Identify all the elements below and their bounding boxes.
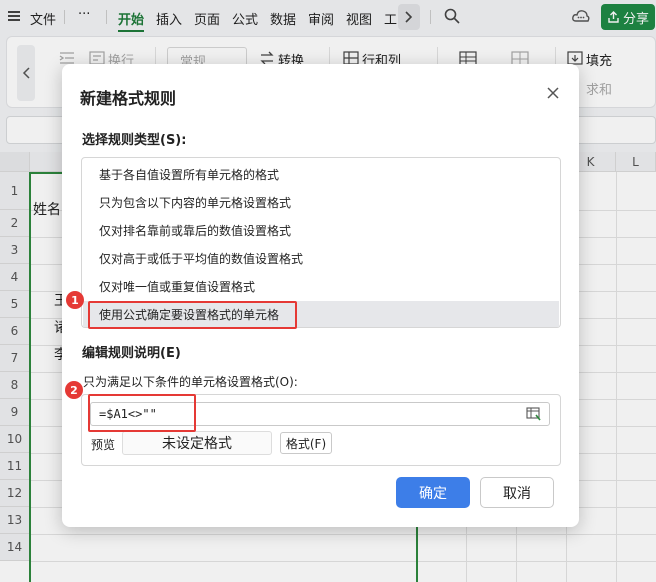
range-select-icon[interactable] <box>526 407 541 421</box>
annotation-highlight-2 <box>88 394 196 432</box>
ok-button[interactable]: 确定 <box>396 477 470 508</box>
annotation-badge-1: 1 <box>66 291 84 309</box>
rule-type-item[interactable]: 基于各自值设置所有单元格的格式 <box>83 161 559 187</box>
rule-type-item[interactable]: 仅对排名靠前或靠后的数值设置格式 <box>83 217 559 243</box>
preview-box: 未设定格式 <box>122 431 272 455</box>
rule-type-item[interactable]: 仅对高于或低于平均值的数值设置格式 <box>83 245 559 271</box>
edit-rule-label: 编辑规则说明(E) <box>82 346 181 361</box>
rule-type-item[interactable]: 只为包含以下内容的单元格设置格式 <box>83 189 559 215</box>
close-icon[interactable] <box>546 86 560 100</box>
format-button[interactable]: 格式(F) <box>280 432 332 454</box>
rule-type-label: 选择规则类型(S): <box>82 133 187 148</box>
new-format-rule-dialog: 新建格式规则 选择规则类型(S): 基于各自值设置所有单元格的格式 只为包含以下… <box>62 64 579 527</box>
annotation-badge-2: 2 <box>65 381 83 399</box>
dialog-title: 新建格式规则 <box>80 89 177 108</box>
preview-label: 预览 <box>91 438 116 452</box>
rule-type-item[interactable]: 仅对唯一值或重复值设置格式 <box>83 273 559 299</box>
cancel-button[interactable]: 取消 <box>480 477 554 508</box>
annotation-highlight-1 <box>88 301 297 329</box>
condition-label: 只为满足以下条件的单元格设置格式(O): <box>83 375 298 389</box>
